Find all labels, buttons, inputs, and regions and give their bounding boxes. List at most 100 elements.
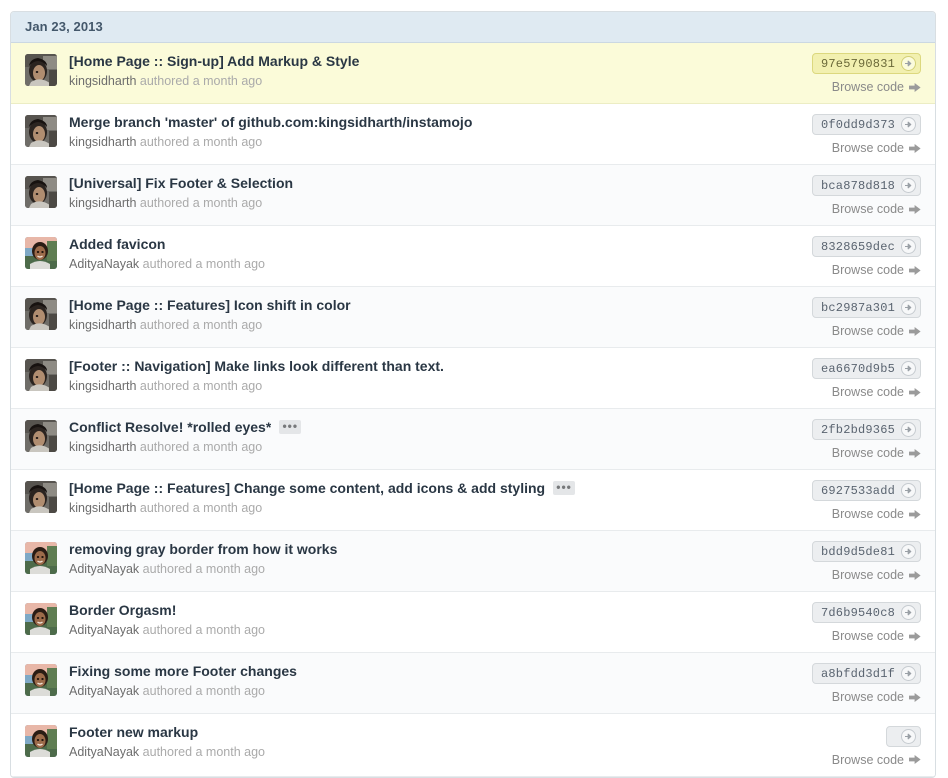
- avatar[interactable]: [25, 664, 57, 696]
- commit-sha-pill[interactable]: 7d6b9540c8: [811, 602, 921, 623]
- commit-title-line: Merge branch 'master' of github.com:king…: [69, 114, 798, 131]
- arrow-right-circle-icon: [901, 605, 916, 620]
- commit-row[interactable]: [Home Page :: Features] Icon shift in co…: [11, 287, 935, 348]
- avatar[interactable]: [25, 603, 57, 635]
- commit-meta: AdityaNayak authored a month ago: [69, 257, 798, 272]
- commit-title[interactable]: Conflict Resolve! *rolled eyes*: [69, 419, 271, 436]
- commit-author[interactable]: kingsidharth: [69, 196, 136, 210]
- commit-row[interactable]: [Footer :: Navigation] Make links look d…: [11, 348, 935, 409]
- commit-title[interactable]: [Universal] Fix Footer & Selection: [69, 175, 293, 192]
- commit-row[interactable]: Footer new markup AdityaNayak authored a …: [11, 714, 935, 777]
- commit-row[interactable]: [Universal] Fix Footer & Selection kingsi…: [11, 165, 935, 226]
- commit-author[interactable]: AdityaNayak: [69, 745, 139, 759]
- commit-body: Fixing some more Footer changes AdityaNay…: [69, 662, 798, 699]
- commit-sha-pill[interactable]: 0f0dd9d373: [811, 114, 921, 135]
- commit-row[interactable]: [Home Page :: Sign-up] Add Markup & Styl…: [11, 43, 935, 104]
- commit-author[interactable]: kingsidharth: [69, 379, 136, 393]
- browse-code-link[interactable]: Browse code: [812, 141, 921, 155]
- avatar[interactable]: [25, 725, 57, 757]
- commit-author[interactable]: AdityaNayak: [69, 684, 139, 698]
- commit-actions: bca878d818 Browse code: [811, 174, 921, 216]
- commit-body: removing gray border from how it works Ad…: [69, 540, 798, 577]
- commit-meta: kingsidharth authored a month ago: [69, 440, 798, 455]
- commit-row[interactable]: [Home Page :: Features] Change some cont…: [11, 470, 935, 531]
- avatar[interactable]: [25, 176, 57, 208]
- commit-sha-pill[interactable]: 6927533add: [811, 480, 921, 501]
- expand-message-button[interactable]: •••: [279, 419, 302, 434]
- commit-authored-time: authored a month ago: [142, 257, 265, 271]
- avatar[interactable]: [25, 481, 57, 513]
- arrow-right-icon: [909, 204, 921, 215]
- commit-meta: AdityaNayak authored a month ago: [69, 684, 798, 699]
- commit-title[interactable]: [Home Page :: Features] Icon shift in co…: [69, 297, 351, 314]
- commit-author[interactable]: AdityaNayak: [69, 257, 139, 271]
- commit-title[interactable]: Added favicon: [69, 236, 165, 253]
- avatar[interactable]: [25, 115, 57, 147]
- commit-title[interactable]: [Home Page :: Features] Change some cont…: [69, 480, 545, 497]
- commit-authored-time: authored a month ago: [139, 379, 263, 393]
- commit-sha-pill[interactable]: 97e5790831: [811, 53, 921, 74]
- avatar[interactable]: [25, 420, 57, 452]
- commit-sha-pill[interactable]: a8bfdd3d1f: [811, 663, 921, 684]
- browse-code-link[interactable]: Browse code: [812, 446, 921, 460]
- commit-sha: bc2987a301: [820, 300, 895, 315]
- commit-author[interactable]: AdityaNayak: [69, 623, 139, 637]
- avatar[interactable]: [25, 542, 57, 574]
- avatar[interactable]: [25, 298, 57, 330]
- commit-row[interactable]: removing gray border from how it works Ad…: [11, 531, 935, 592]
- commit-author[interactable]: kingsidharth: [69, 74, 136, 88]
- avatar[interactable]: [25, 54, 57, 86]
- commit-author[interactable]: kingsidharth: [69, 318, 136, 332]
- commit-sha: a8bfdd3d1f: [820, 666, 895, 681]
- commit-row[interactable]: Added favicon AdityaNayak authored a mont…: [11, 226, 935, 287]
- commit-title[interactable]: Border Orgasm!: [69, 602, 176, 619]
- browse-code-label: Browse code: [831, 263, 904, 277]
- commit-title-line: Footer new markup: [69, 724, 818, 741]
- expand-message-button[interactable]: •••: [553, 480, 576, 495]
- arrow-right-circle-icon: [901, 422, 916, 437]
- commit-author[interactable]: kingsidharth: [69, 440, 136, 454]
- browse-code-link[interactable]: Browse code: [812, 324, 921, 338]
- browse-code-link[interactable]: Browse code: [812, 263, 921, 277]
- browse-code-link[interactable]: Browse code: [812, 385, 921, 399]
- arrow-right-circle-icon: [901, 178, 916, 193]
- commit-body: [Home Page :: Sign-up] Add Markup & Styl…: [69, 52, 798, 89]
- commit-meta: AdityaNayak authored a month ago: [69, 623, 798, 638]
- commit-sha-pill[interactable]: bdd9d5de81: [811, 541, 921, 562]
- commit-author[interactable]: AdityaNayak: [69, 562, 139, 576]
- commit-author[interactable]: kingsidharth: [69, 501, 136, 515]
- commit-row[interactable]: Merge branch 'master' of github.com:king…: [11, 104, 935, 165]
- browse-code-label: Browse code: [831, 568, 904, 582]
- avatar[interactable]: [25, 359, 57, 391]
- commit-title[interactable]: Fixing some more Footer changes: [69, 663, 297, 680]
- commit-title[interactable]: removing gray border from how it works: [69, 541, 337, 558]
- commit-sha-pill[interactable]: bca878d818: [811, 175, 921, 196]
- browse-code-label: Browse code: [831, 752, 904, 767]
- commit-meta: kingsidharth authored a month ago: [69, 318, 798, 333]
- commit-title[interactable]: Footer new markup: [69, 724, 198, 741]
- browse-code-link[interactable]: Browse code: [812, 202, 921, 216]
- commit-title[interactable]: [Footer :: Navigation] Make links look d…: [69, 358, 444, 375]
- commit-row[interactable]: Fixing some more Footer changes AdityaNay…: [11, 653, 935, 714]
- browse-code-link[interactable]: Browse code: [812, 507, 921, 521]
- commit-sha-pill[interactable]: bc2987a301: [811, 297, 921, 318]
- browse-code-link[interactable]: Browse code: [812, 568, 921, 582]
- commit-sha-pill[interactable]: 8328659dec: [811, 236, 921, 257]
- browse-code-label: Browse code: [831, 202, 904, 216]
- commit-sha-pill[interactable]: 2fb2bd9365: [811, 419, 921, 440]
- commit-sha-pill[interactable]: [886, 725, 921, 747]
- commit-row[interactable]: Conflict Resolve! *rolled eyes* ••• kingsi…: [11, 409, 935, 470]
- browse-code-link[interactable]: Browse code: [812, 690, 921, 704]
- commit-title[interactable]: Merge branch 'master' of github.com:king…: [69, 114, 472, 131]
- browse-code-link[interactable]: Browse code: [812, 80, 921, 94]
- commit-row[interactable]: Border Orgasm! AdityaNayak authored a mon…: [11, 592, 935, 653]
- commit-sha-pill[interactable]: ea6670d9b5: [811, 358, 921, 379]
- commit-sha: ea6670d9b5: [820, 361, 895, 376]
- avatar[interactable]: [25, 237, 57, 269]
- arrow-right-icon: [909, 82, 921, 93]
- browse-code-link[interactable]: Browse code: [812, 629, 921, 643]
- commit-title[interactable]: [Home Page :: Sign-up] Add Markup & Styl…: [69, 53, 359, 70]
- browse-code-link[interactable]: Browse code: [832, 753, 921, 767]
- browse-code-label: Browse code: [831, 690, 904, 704]
- commit-author[interactable]: kingsidharth: [69, 135, 136, 149]
